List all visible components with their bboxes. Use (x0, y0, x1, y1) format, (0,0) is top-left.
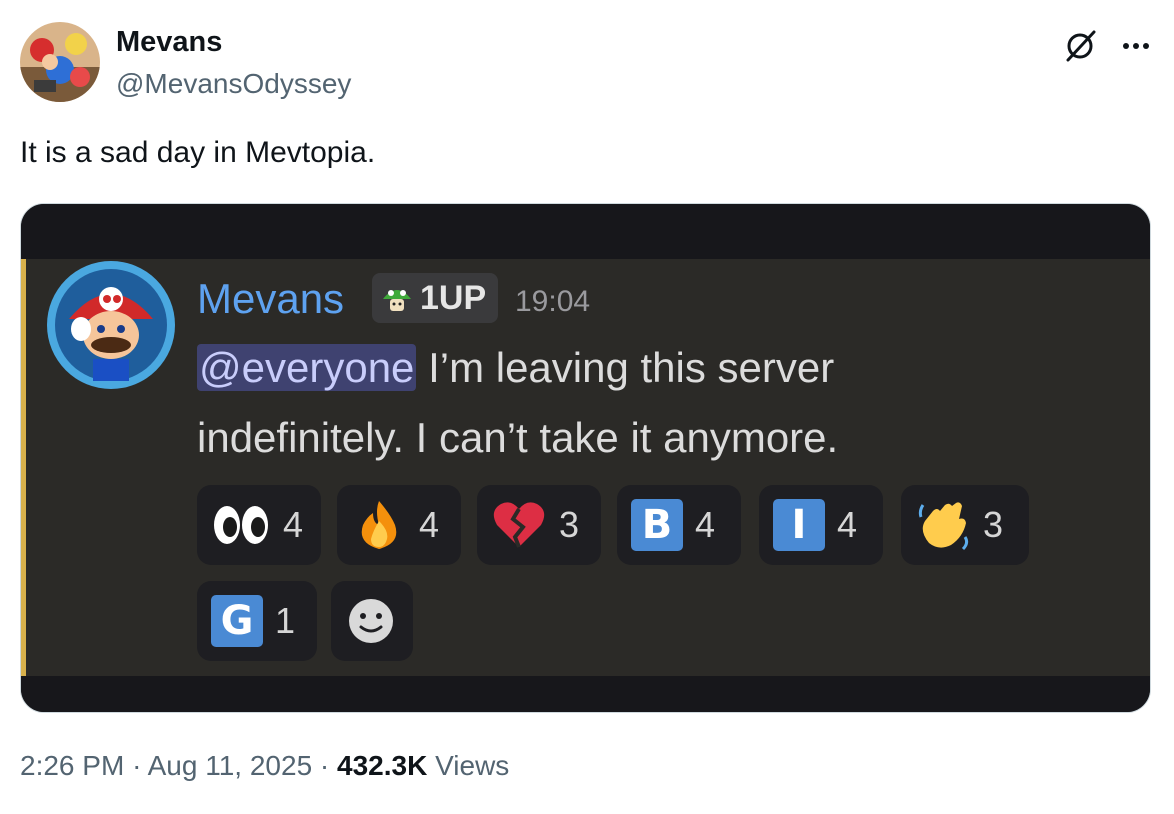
reaction-eyes: 4 (197, 485, 321, 565)
reaction-waving-hand: 3 (901, 485, 1029, 565)
reaction-fire: 4 (337, 485, 461, 565)
waving-hand-emoji-icon (918, 502, 969, 551)
message-line-1: I’m leaving this server (416, 344, 835, 391)
discord-message: Mevans 1UP 19:04 @everyone I’m leaving t… (21, 259, 1150, 678)
letter-g-emoji-icon: G (211, 595, 263, 647)
reaction-count: 1 (275, 600, 296, 641)
add-reaction-button (331, 581, 413, 661)
letter-i-emoji-icon: I (773, 499, 825, 551)
media-bottom-strip (21, 676, 1150, 712)
fire-emoji-icon (361, 501, 397, 549)
mention-highlight-bar (21, 259, 26, 678)
everyone-mention: @everyone (197, 344, 417, 391)
letter-b-emoji-icon: B (631, 499, 683, 551)
author-avatar[interactable] (20, 22, 100, 102)
discord-message-text: @everyone I’m leaving this server indefi… (197, 333, 1097, 473)
tweet-time[interactable]: 2:26 PM (20, 750, 124, 781)
add-reaction-icon (349, 599, 393, 643)
tweet-meta: 2:26 PM · Aug 11, 2025 · 432.3K Views (20, 750, 509, 782)
tweet-media-image[interactable]: Mevans 1UP 19:04 @everyone I’m leaving t… (20, 203, 1151, 713)
meta-separator: · (132, 750, 142, 781)
broken-heart-emoji-icon (493, 502, 545, 548)
reaction-letter-i: I 4 (759, 485, 883, 565)
reaction-letter-g: G 1 (197, 581, 317, 661)
meta-separator: · (319, 750, 330, 781)
reaction-count: 4 (419, 504, 440, 545)
media-top-strip (21, 204, 1150, 259)
reaction-broken-heart: 3 (477, 485, 601, 565)
discord-username: Mevans (197, 275, 345, 322)
message-line-2: indefinitely. I can’t take it anymore. (197, 414, 839, 461)
server-tag: 1UP (372, 273, 499, 323)
eyes-emoji-icon (214, 506, 268, 544)
author-handle[interactable]: @MevansOdyssey (116, 68, 351, 100)
views-count[interactable]: 432.3K (337, 750, 427, 781)
reaction-count: 4 (695, 504, 716, 545)
tweet-date[interactable]: Aug 11, 2025 (148, 750, 313, 781)
reaction-count: 4 (283, 504, 304, 545)
reaction-count: 3 (559, 504, 580, 545)
mushroom-icon (383, 290, 411, 311)
more-options-icon[interactable] (1116, 28, 1156, 64)
author-name[interactable]: Mevans (116, 26, 222, 59)
reaction-count: 4 (837, 504, 858, 545)
views-label: Views (435, 750, 510, 781)
discord-timestamp: 19:04 (515, 285, 591, 318)
server-tag-label: 1UP (420, 278, 487, 317)
tweet-text: It is a sad day in Mevtopia. (20, 136, 376, 169)
reaction-count: 3 (983, 504, 1004, 545)
discord-avatar (45, 259, 177, 391)
reaction-letter-b: B 4 (617, 485, 741, 565)
grok-icon[interactable] (1062, 28, 1098, 64)
tweet-header: Mevans @MevansOdyssey (20, 22, 1154, 104)
